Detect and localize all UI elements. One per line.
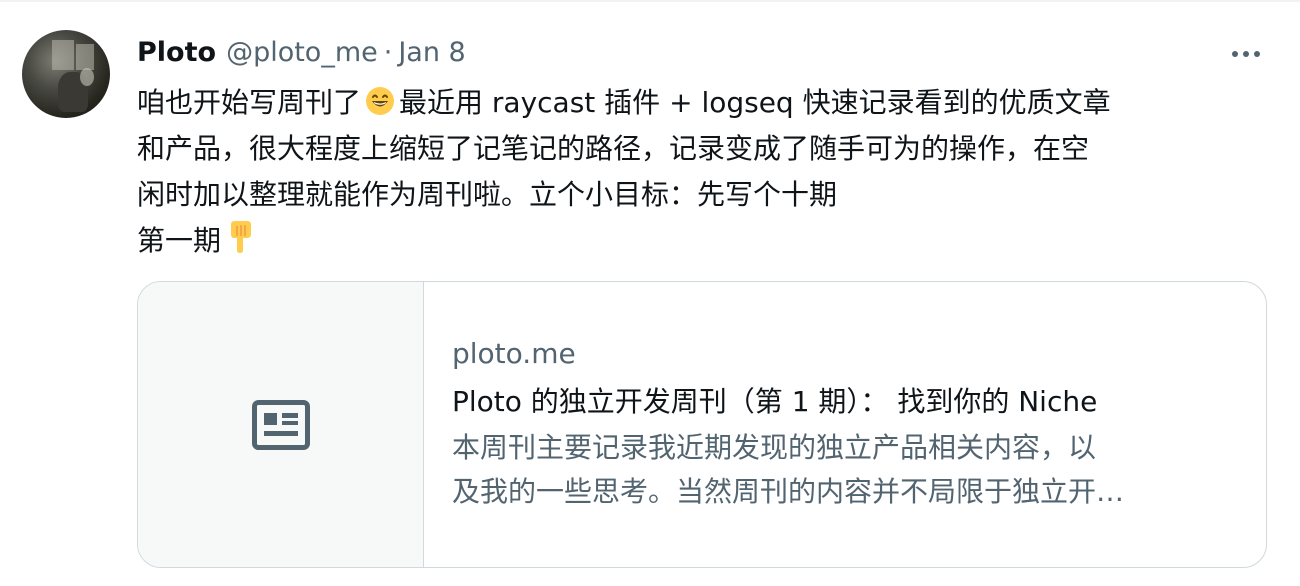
tweet-header: Ploto @ploto_me · Jan 8	[137, 34, 466, 70]
grinning-face-emoji-icon	[365, 84, 395, 130]
card-body[interactable]: ploto.me Ploto 的独立开发周刊（第 1 期）： 找到你的 Nich…	[452, 334, 1232, 514]
card-title: Ploto 的独立开发周刊（第 1 期）： 找到你的 Niche	[452, 385, 1098, 418]
card-media[interactable]	[138, 282, 424, 567]
link-preview-card[interactable]: ploto.me Ploto 的独立开发周刊（第 1 期）： 找到你的 Nich…	[137, 281, 1267, 568]
tweet-text-line-3: 闲时加以整理就能作为周刊啦。立个小目标：先写个十期	[137, 178, 838, 211]
tweet: Ploto @ploto_me · Jan 8 咱也开始写周刊了 最近用 ray…	[0, 0, 1300, 586]
tweet-text-line-1: 咱也开始写周刊了 最近用 raycast 插件 + logseq 快速记录看到的…	[137, 80, 1272, 126]
tweet-text-line-2: 和产品，很大程度上缩短了记笔记的路径，记录变成了随手可为的操作，在空	[137, 132, 1090, 165]
tweet-text-segment: 第一期	[137, 224, 222, 257]
header-separator: ·	[383, 36, 393, 68]
card-domain: ploto.me	[452, 337, 576, 370]
author-display-name[interactable]: Ploto	[137, 37, 216, 68]
more-horizontal-icon[interactable]	[1226, 40, 1266, 68]
avatar[interactable]	[22, 30, 110, 118]
card-description: 本周刊主要记录我近期发现的独立产品相关内容，以 及我的一些思考。当然周刊的内容并…	[452, 426, 1242, 514]
card-description-line-2: 及我的一些思考。当然周刊的内容并不局限于独立开…	[452, 475, 1125, 508]
tweet-text-line-4: 第一期	[137, 218, 1272, 264]
card-description-line-1: 本周刊主要记录我近期发现的独立产品相关内容，以	[452, 431, 1097, 464]
backhand-pointing-down-icon	[225, 220, 255, 268]
tweet-date[interactable]: Jan 8	[398, 37, 465, 68]
tweet-text: 咱也开始写周刊了 最近用 raycast 插件 + logseq 快速记录看到的…	[137, 80, 1272, 264]
author-handle[interactable]: @ploto_me	[226, 37, 378, 68]
tweet-text-segment: 最近用 raycast 插件 + logseq 快速记录看到的优质文章	[399, 86, 1111, 119]
tweet-text-segment: 咱也开始写周刊了	[137, 86, 362, 119]
article-icon	[251, 399, 310, 450]
